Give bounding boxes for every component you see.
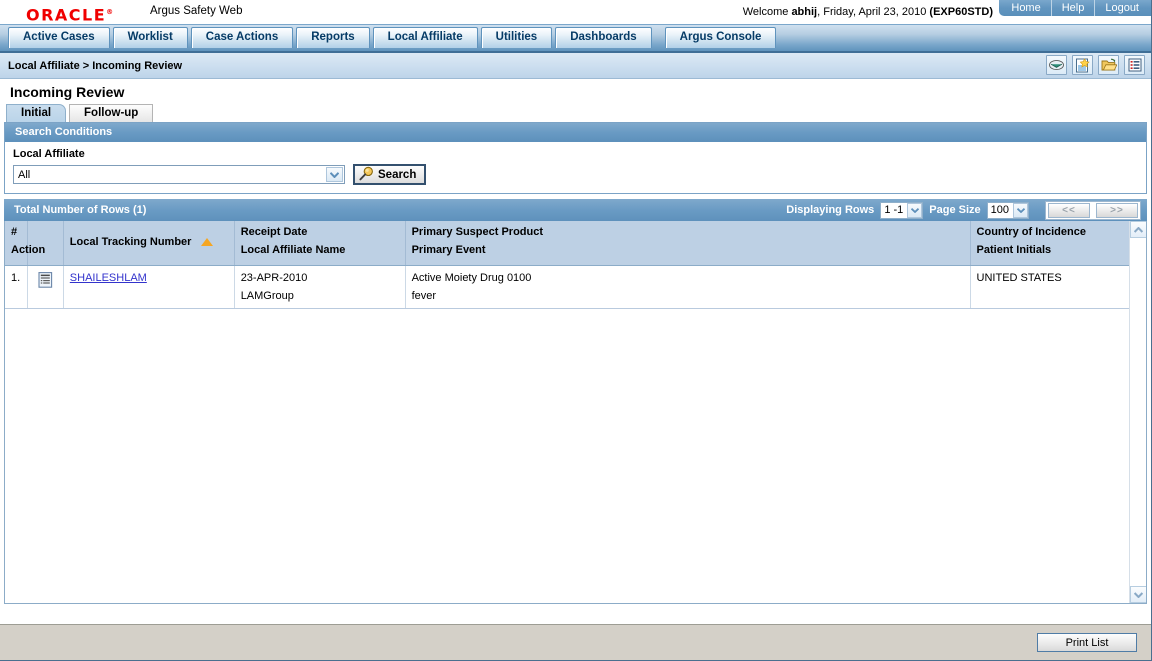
column-header-country-line2: Patient Initials (977, 244, 1140, 256)
search-icon (359, 166, 375, 184)
table-row[interactable]: 1. (5, 265, 1146, 308)
column-header-action (27, 221, 63, 265)
incoming-review-table: # Action Local Tracking Number Receipt D… (5, 221, 1146, 309)
welcome-username: abhij (791, 6, 817, 18)
tracking-number-link[interactable]: SHAILESHLAM (70, 272, 147, 284)
column-header-receipt-date-line2: Local Affiliate Name (241, 244, 399, 256)
page-size-select[interactable]: 100 (987, 202, 1029, 219)
column-header-local-tracking-number[interactable]: Local Tracking Number (63, 221, 234, 265)
nav-tab-argus-console[interactable]: Argus Console (665, 27, 777, 48)
search-conditions-body: Local Affiliate All (5, 142, 1146, 193)
search-field-row: All Search (13, 164, 1146, 185)
oracle-logo-registered: ® (106, 8, 113, 16)
column-header-country-of-incidence[interactable]: Country of Incidence Patient Initials (970, 221, 1146, 265)
row-action-cell[interactable] (27, 265, 63, 308)
subtab-bar: Initial Follow-up (0, 103, 1151, 122)
corner-links: Home Help Logout (998, 0, 1151, 17)
welcome-date: , Friday, April 23, 2010 (817, 6, 929, 18)
search-button[interactable]: Search (353, 164, 426, 185)
column-header-index-line1: # (11, 226, 17, 238)
nav-tab-dashboards[interactable]: Dashboards (555, 27, 651, 48)
page-size-value: 100 (991, 204, 1009, 216)
email-icon[interactable] (1046, 55, 1067, 75)
next-page-button[interactable]: >> (1096, 203, 1138, 218)
column-header-product-line2: Primary Event (412, 244, 964, 256)
local-affiliate-select[interactable]: All (13, 165, 345, 184)
breadcrumb-bar: Local Affiliate > Incoming Review (0, 53, 1151, 79)
results-header: Total Number of Rows (1) Displaying Rows… (4, 199, 1147, 221)
column-header-country-line1: Country of Incidence (977, 226, 1086, 238)
welcome-prefix: Welcome (743, 6, 792, 18)
row-country-cell: UNITED STATES (970, 265, 1146, 308)
main-navigation: Active Cases Worklist Case Actions Repor… (0, 24, 1151, 53)
local-affiliate-selected-value: All (18, 169, 30, 181)
app-title: Argus Safety Web (150, 5, 242, 17)
displaying-rows-label: Displaying Rows (786, 204, 874, 216)
nav-tab-reports[interactable]: Reports (296, 27, 369, 48)
subtab-follow-up[interactable]: Follow-up (69, 104, 153, 122)
argus-safety-web-window: ORACLE® Argus Safety Web Welcome abhij, … (0, 0, 1152, 661)
print-list-button[interactable]: Print List (1037, 633, 1137, 652)
logout-link[interactable]: Logout (1095, 0, 1149, 16)
suspect-product-value: Active Moiety Drug 0100 (412, 272, 532, 284)
results-pagination-controls: Displaying Rows 1 -1 Page Size 100 << >> (786, 199, 1141, 221)
column-header-primary-suspect-product[interactable]: Primary Suspect Product Primary Event (405, 221, 970, 265)
displaying-rows-value: 1 -1 (884, 204, 903, 216)
receipt-date-value: 23-APR-2010 (241, 272, 308, 284)
column-header-product-line1: Primary Suspect Product (412, 226, 543, 238)
page-title-area: Incoming Review (0, 79, 1151, 103)
local-affiliate-label: Local Affiliate (13, 148, 1146, 160)
chevron-down-icon[interactable] (326, 167, 343, 182)
results-table-container: # Action Local Tracking Number Receipt D… (4, 221, 1147, 604)
breadcrumb-toolbar (1046, 55, 1145, 75)
affiliate-name-value: LAMGroup (241, 290, 399, 302)
column-header-tracking-label: Local Tracking Number (70, 236, 192, 248)
row-receipt-date-cell: 23-APR-2010 LAMGroup (234, 265, 405, 308)
home-link[interactable]: Home (1001, 0, 1051, 16)
oracle-logo-text: ORACLE (26, 5, 106, 24)
previous-page-button[interactable]: << (1048, 203, 1090, 218)
total-rows-label: Total Number of Rows (1) (14, 204, 146, 216)
page-title: Incoming Review (10, 84, 124, 100)
chevron-down-icon[interactable] (1013, 203, 1028, 218)
welcome-message: Welcome abhij, Friday, April 23, 2010 (E… (743, 6, 993, 18)
search-conditions-title: Search Conditions (5, 123, 1146, 142)
search-button-label: Search (378, 169, 416, 181)
column-header-index: # Action (5, 221, 27, 265)
brand-bar: ORACLE® Argus Safety Web Welcome abhij, … (0, 0, 1151, 24)
open-folder-icon[interactable] (1098, 55, 1119, 75)
oracle-logo: ORACLE® (26, 3, 113, 24)
nav-tab-local-affiliate[interactable]: Local Affiliate (373, 27, 478, 48)
page-nav-buttons: << >> (1045, 201, 1141, 220)
displaying-rows-select[interactable]: 1 -1 (880, 202, 923, 219)
subtab-initial[interactable]: Initial (6, 104, 66, 122)
scroll-down-icon[interactable] (1130, 586, 1147, 603)
nav-tab-utilities[interactable]: Utilities (481, 27, 553, 48)
scroll-up-icon[interactable] (1130, 221, 1147, 238)
primary-event-value: fever (412, 290, 964, 302)
new-document-icon[interactable] (1072, 55, 1093, 75)
case-detail-icon[interactable] (38, 279, 53, 291)
list-view-icon[interactable] (1124, 55, 1145, 75)
help-link[interactable]: Help (1052, 0, 1096, 16)
search-conditions-panel: Search Conditions Local Affiliate All (4, 122, 1147, 194)
row-product-cell: Active Moiety Drug 0100 fever (405, 265, 970, 308)
table-vertical-scrollbar[interactable] (1129, 221, 1146, 603)
chevron-down-icon[interactable] (907, 203, 922, 218)
nav-tab-case-actions[interactable]: Case Actions (191, 27, 293, 48)
row-index: 1. (5, 265, 27, 308)
sort-ascending-icon (201, 238, 213, 246)
footer-bar: Print List (0, 624, 1151, 660)
nav-tab-active-cases[interactable]: Active Cases (8, 27, 110, 48)
column-header-receipt-date[interactable]: Receipt Date Local Affiliate Name (234, 221, 405, 265)
country-value: UNITED STATES (977, 272, 1062, 284)
row-tracking-number-cell: SHAILESHLAM (63, 265, 234, 308)
column-header-index-line2: Action (11, 244, 21, 256)
nav-tab-worklist[interactable]: Worklist (113, 27, 188, 48)
welcome-environment: (EXP60STD) (929, 6, 993, 18)
column-header-receipt-date-line1: Receipt Date (241, 226, 308, 238)
breadcrumb: Local Affiliate > Incoming Review (8, 60, 182, 72)
table-header-row: # Action Local Tracking Number Receipt D… (5, 221, 1146, 265)
page-size-label: Page Size (929, 204, 980, 216)
